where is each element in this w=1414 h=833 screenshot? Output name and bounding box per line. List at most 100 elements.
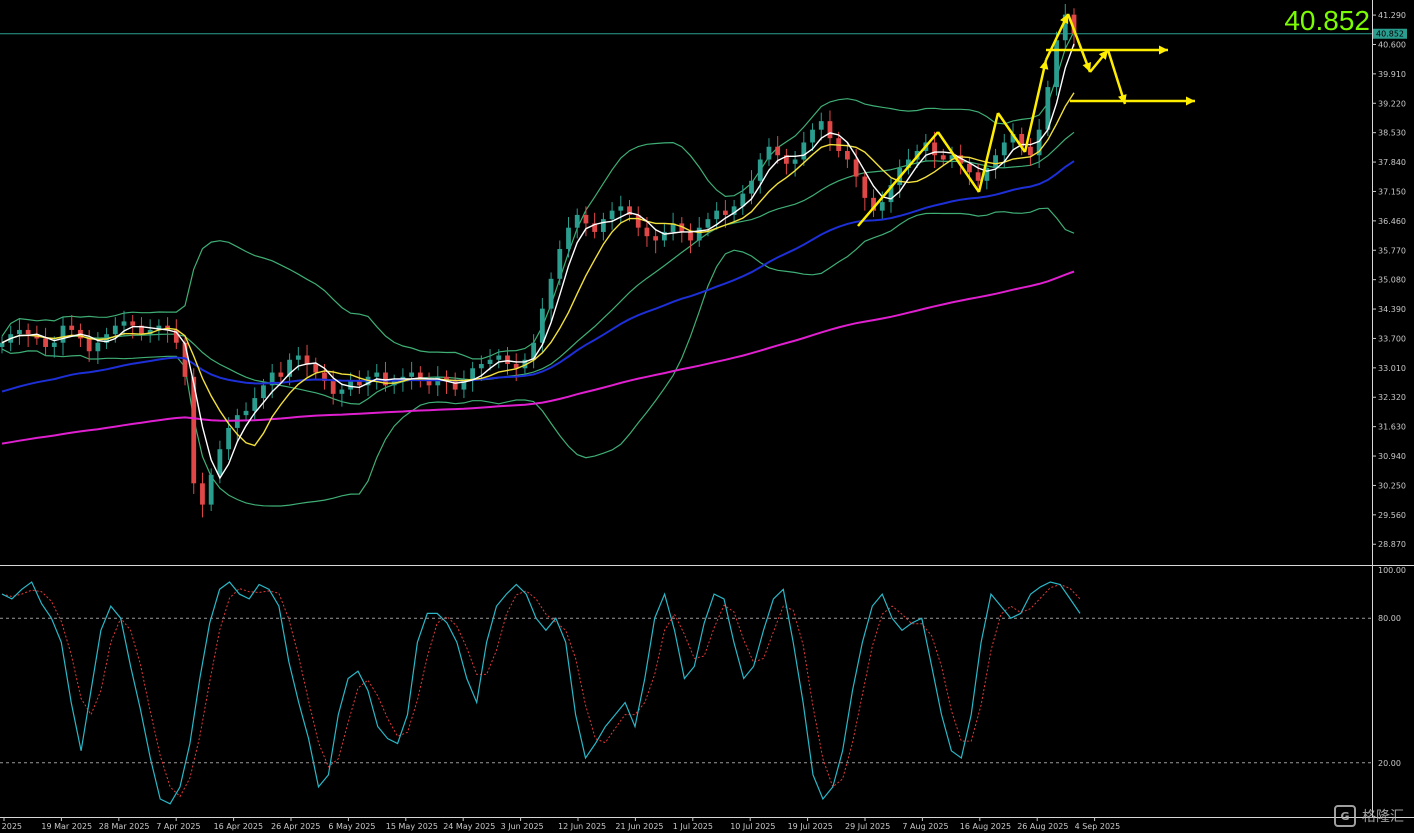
candle-body (409, 372, 415, 377)
candle-body (845, 150, 850, 160)
moving-averages (1, 43, 1075, 480)
y-tick-label: 33.700 (1378, 334, 1406, 343)
candle-body (810, 129, 815, 143)
candle-body (1028, 146, 1033, 156)
y-tick-label: 30.250 (1378, 481, 1406, 490)
candle-body (226, 427, 231, 450)
candle-body (714, 210, 720, 220)
arrow-head (1159, 45, 1168, 55)
candle-body (121, 321, 127, 326)
y-tick-label: 39.220 (1378, 99, 1406, 108)
candle-body (261, 385, 266, 399)
stochastic-panel: 100.00 80.00 20.00 (0, 566, 1406, 805)
x-tick-label: 19 Jul 2025 (788, 822, 833, 831)
candle-body (17, 329, 22, 335)
candle-body (217, 449, 223, 475)
y-tick-label: 37.840 (1378, 158, 1406, 167)
y-tick-label: 41.290 (1378, 11, 1406, 20)
x-tick-label: 12 Jun 2025 (558, 822, 606, 831)
candle-body (644, 227, 650, 237)
watermark-text: 格隆汇 (1362, 809, 1404, 825)
candle-body (862, 176, 868, 198)
x-tick-label: 26 Apr 2025 (271, 822, 320, 831)
x-tick-label: Mar 2025 (0, 822, 22, 831)
trend-zigzag-segment (1066, 13, 1092, 73)
price-chart[interactable]: 41.290 40.600 39.910 39.220 38.530 37.840 37.1… (0, 0, 1414, 833)
candle-body (967, 163, 972, 173)
candle-body (818, 121, 824, 130)
candle-body (43, 338, 48, 347)
candle-body (374, 372, 380, 377)
candle-body (853, 159, 859, 177)
candle-body (112, 325, 118, 335)
stoch-tick-label: 80.00 (1378, 614, 1401, 623)
y-tick-label: 38.530 (1378, 129, 1406, 138)
candle-body (487, 359, 493, 365)
candle-body (330, 381, 336, 394)
candle-body (25, 329, 31, 335)
candle-body (1054, 40, 1059, 88)
x-tick-label: 26 Aug 2025 (1017, 822, 1068, 831)
y-tick-label: 29.560 (1378, 511, 1406, 520)
candle-body (749, 180, 754, 194)
candle-body (304, 355, 310, 365)
last-price-tag: 40.852 (1376, 30, 1404, 39)
candle-body (975, 172, 981, 181)
x-tick-label: 7 Apr 2025 (156, 822, 200, 831)
trend-zigzag-segment (1023, 59, 1048, 153)
candle-body (696, 227, 702, 241)
candle-body (566, 227, 571, 249)
candle-body (278, 372, 284, 377)
candle-body (548, 278, 554, 309)
candle-body (86, 338, 92, 352)
candle-body (426, 381, 432, 386)
candle-body (993, 155, 998, 169)
candle-body (618, 206, 624, 211)
y-tick-label: 35.770 (1378, 246, 1406, 255)
candle-body (775, 146, 781, 156)
candle-body (313, 364, 319, 373)
candle-body (940, 155, 946, 160)
x-tick-label: 6 May 2025 (328, 822, 375, 831)
candle-body (0, 342, 5, 347)
candle-body (688, 231, 693, 241)
ma-long-line (1, 270, 1075, 445)
y-tick-label: 33.010 (1378, 364, 1406, 373)
x-tick-label: 29 Jul 2025 (845, 822, 890, 831)
candle-body (583, 214, 589, 224)
candle-body (243, 410, 249, 416)
candle-body (339, 389, 345, 394)
candle-body (801, 142, 807, 160)
x-tick-label: 16 Aug 2025 (960, 822, 1011, 831)
ma-mid-line (1, 92, 1075, 447)
candle-body (722, 210, 728, 215)
candle-body (252, 398, 258, 411)
x-tick-label: 4 Sep 2025 (1075, 822, 1121, 831)
candle-body (792, 159, 798, 164)
y-tick-label: 34.390 (1378, 305, 1406, 314)
bollinger-bands (1, 31, 1075, 507)
x-tick-label: 15 May 2025 (386, 822, 438, 831)
x-tick-label: 3 Jun 2025 (501, 822, 544, 831)
candle-body (539, 308, 545, 343)
bollinger-middle-band (1, 131, 1075, 405)
y-tick-label: 36.460 (1378, 217, 1406, 226)
y-tick-label: 32.320 (1378, 393, 1406, 402)
y-tick-label: 31.630 (1378, 423, 1406, 432)
x-tick-label: 21 Jun 2025 (615, 822, 663, 831)
x-tick-label: 10 Jul 2025 (730, 822, 775, 831)
candle-body (200, 483, 205, 505)
candle-body (766, 146, 772, 160)
stoch-tick-label: 100.00 (1378, 566, 1406, 575)
candle-body (505, 355, 510, 365)
candle-body (879, 202, 885, 211)
candle-body (496, 355, 502, 360)
candle-body (653, 236, 659, 241)
x-tick-label: 16 Apr 2025 (214, 822, 263, 831)
y-tick-label: 37.150 (1378, 187, 1406, 196)
candle-body (295, 355, 301, 360)
stoch-tick-label: 20.00 (1378, 759, 1401, 768)
watermark: G 格隆汇 (1334, 805, 1404, 827)
arrow-head (1039, 60, 1049, 70)
x-tick-label: 28 Mar 2025 (99, 822, 150, 831)
